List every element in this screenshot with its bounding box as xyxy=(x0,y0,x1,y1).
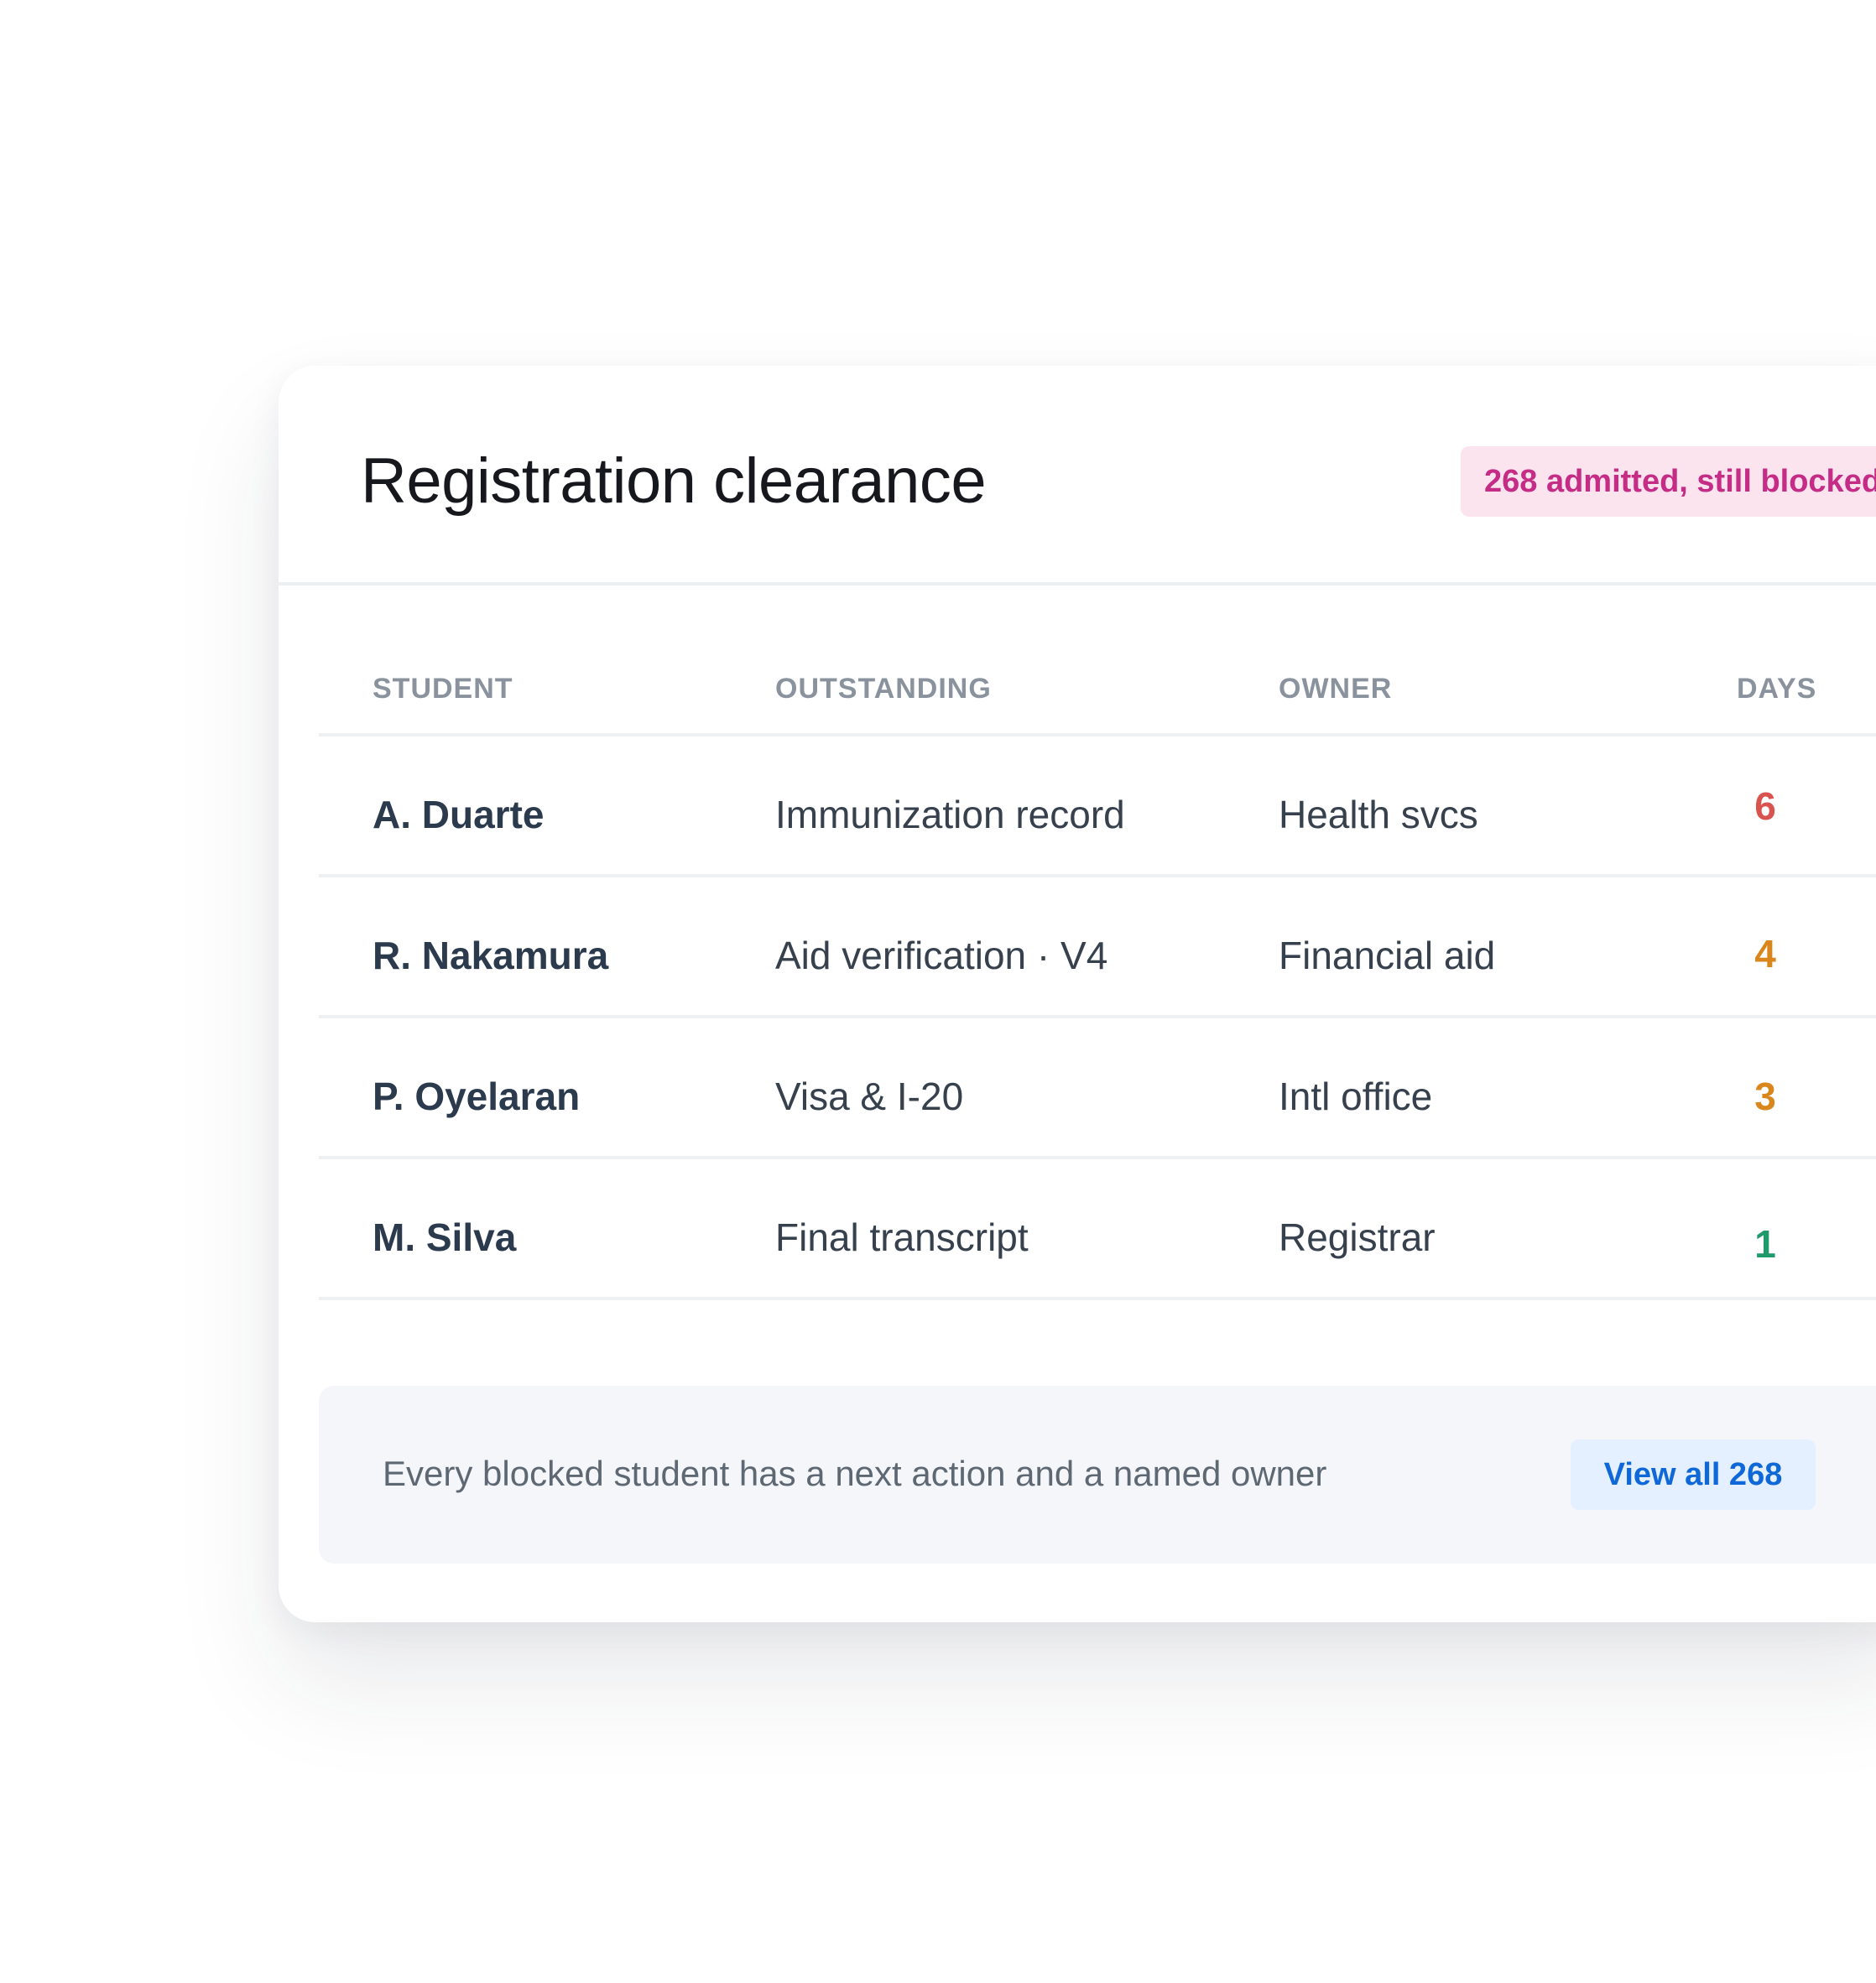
column-header-owner[interactable]: OWNER xyxy=(1279,674,1392,703)
days-count: 4 xyxy=(1754,932,1776,976)
footer-panel: Every blocked student has a next action … xyxy=(319,1386,1876,1564)
column-header-days[interactable]: DAYS xyxy=(1737,674,1816,703)
owner-name: Financial aid xyxy=(1279,934,1496,977)
days-count: 3 xyxy=(1754,1075,1776,1118)
days-count: 6 xyxy=(1754,784,1776,828)
student-name: P. Oyelaran xyxy=(373,1075,581,1118)
owner-name: Intl office xyxy=(1279,1075,1433,1118)
row-divider xyxy=(319,1015,1876,1018)
registration-clearance-card: Registration clearance 268 admitted, sti… xyxy=(279,366,1876,1622)
student-name: M. Silva xyxy=(373,1215,517,1259)
view-all-button[interactable]: View all 268 xyxy=(1571,1439,1816,1510)
header-divider xyxy=(279,582,1876,586)
outstanding-item: Aid verification · V4 xyxy=(775,934,1108,977)
row-divider xyxy=(319,733,1876,736)
outstanding-item: Final transcript xyxy=(775,1215,1029,1259)
column-header-outstanding[interactable]: OUTSTANDING xyxy=(775,674,992,703)
outstanding-item: Visa & I-20 xyxy=(775,1075,964,1118)
days-count: 1 xyxy=(1754,1222,1776,1266)
student-name: A. Duarte xyxy=(373,793,545,836)
outstanding-item: Immunization record xyxy=(775,793,1125,836)
student-name: R. Nakamura xyxy=(373,934,609,977)
column-header-student[interactable]: STUDENT xyxy=(373,674,513,703)
footer-note: Every blocked student has a next action … xyxy=(383,1454,1327,1493)
owner-name: Health svcs xyxy=(1279,793,1478,836)
row-divider xyxy=(319,874,1876,877)
card-title: Registration clearance xyxy=(361,445,987,517)
owner-name: Registrar xyxy=(1279,1215,1436,1259)
status-badge: 268 admitted, still blocked xyxy=(1461,446,1876,517)
row-divider xyxy=(319,1297,1876,1300)
page: Registration clearance 268 admitted, sti… xyxy=(0,0,1876,1983)
row-divider xyxy=(319,1156,1876,1159)
